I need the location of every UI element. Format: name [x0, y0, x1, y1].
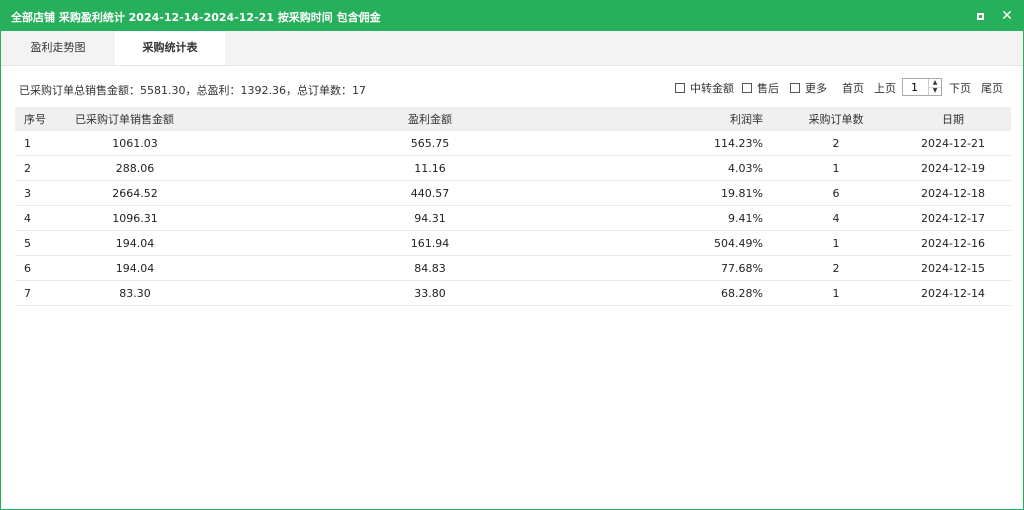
first-page-button[interactable]: 首页 [842, 80, 864, 96]
cell-order-count: 2 [777, 255, 895, 281]
cell-profit-amount: 11.16 [195, 155, 665, 181]
more-checkbox-group[interactable]: 更多 [790, 79, 827, 97]
transfer-amount-checkbox[interactable] [675, 83, 685, 93]
cell-profit-amount: 565.75 [195, 131, 665, 156]
header-sales-amount[interactable]: 已采购订单销售金额 [75, 107, 195, 131]
next-page-button[interactable]: 下页 [949, 80, 971, 96]
cell-index: 6 [15, 255, 75, 281]
table-row[interactable]: 7 83.30 33.80 68.28% 1 2024-12-14 [15, 280, 1011, 306]
cell-profit-rate: 9.41% [665, 205, 777, 231]
cell-profit-rate: 19.81% [665, 180, 777, 206]
cell-index: 5 [15, 230, 75, 256]
table-row[interactable]: 6 194.04 84.83 77.68% 2 2024-12-15 [15, 255, 1011, 281]
header-date[interactable]: 日期 [895, 107, 1011, 131]
cell-date: 2024-12-17 [895, 205, 1011, 231]
header-profit-amount[interactable]: 盈利金额 [195, 107, 665, 131]
cell-date: 2024-12-15 [895, 255, 1011, 281]
cell-profit-amount: 440.57 [195, 180, 665, 206]
dialog-window: 全部店铺 采购盈利统计 2024-12-14-2024-12-21 按采购时间 … [0, 0, 1024, 510]
more-checkbox[interactable] [790, 83, 800, 93]
header-profit-rate[interactable]: 利润率 [665, 107, 777, 131]
cell-profit-rate: 114.23% [665, 131, 777, 156]
table-row[interactable]: 2 288.06 11.16 4.03% 1 2024-12-19 [15, 155, 1011, 181]
page-input[interactable] [903, 79, 929, 95]
cell-date: 2024-12-21 [895, 131, 1011, 156]
tab-purchase-stats[interactable]: 采购统计表 [115, 31, 225, 65]
cell-order-count: 6 [777, 180, 895, 206]
cell-sales-amount: 288.06 [75, 155, 195, 181]
cell-order-count: 1 [777, 155, 895, 181]
cell-date: 2024-12-18 [895, 180, 1011, 206]
transfer-amount-checkbox-group[interactable]: 中转金额 [675, 79, 734, 97]
cell-profit-amount: 84.83 [195, 255, 665, 281]
cell-index: 3 [15, 180, 75, 206]
cell-date: 2024-12-14 [895, 280, 1011, 306]
cell-sales-amount: 1061.03 [75, 131, 195, 156]
cell-sales-amount: 194.04 [75, 255, 195, 281]
close-icon: ✕ [1001, 8, 1013, 24]
cell-date: 2024-12-19 [895, 155, 1011, 181]
cell-index: 1 [15, 131, 75, 156]
table-row[interactable]: 4 1096.31 94.31 9.41% 4 2024-12-17 [15, 205, 1011, 231]
cell-order-count: 4 [777, 205, 895, 231]
prev-page-button[interactable]: 上页 [874, 80, 896, 96]
after-sale-label: 售后 [757, 82, 779, 95]
tab-profit-trend[interactable]: 盈利走势图 [1, 31, 115, 65]
last-page-button[interactable]: 尾页 [981, 80, 1003, 96]
cell-sales-amount: 2664.52 [75, 180, 195, 206]
table-header-row: 序号 已采购订单销售金额 盈利金额 利润率 采购订单数 日期 [15, 107, 1011, 131]
cell-sales-amount: 194.04 [75, 230, 195, 256]
close-button[interactable]: ✕ [998, 7, 1016, 25]
tab-bar: 盈利走势图 采购统计表 [1, 31, 1023, 66]
stats-table: 序号 已采购订单销售金额 盈利金额 利润率 采购订单数 日期 1 1061.03… [15, 107, 1011, 306]
header-order-count[interactable]: 采购订单数 [777, 107, 895, 131]
cell-profit-amount: 94.31 [195, 205, 665, 231]
title-bar[interactable]: 全部店铺 采购盈利统计 2024-12-14-2024-12-21 按采购时间 … [1, 1, 1023, 31]
cell-index: 7 [15, 280, 75, 306]
cell-order-count: 1 [777, 230, 895, 256]
maximize-button[interactable] [971, 7, 989, 25]
cell-profit-amount: 161.94 [195, 230, 665, 256]
cell-date: 2024-12-16 [895, 230, 1011, 256]
page-stepper-arrows: ▲ ▼ [928, 79, 941, 95]
after-sale-checkbox-group[interactable]: 售后 [742, 79, 779, 97]
cell-sales-amount: 1096.31 [75, 205, 195, 231]
cell-profit-rate: 4.03% [665, 155, 777, 181]
cell-profit-rate: 77.68% [665, 255, 777, 281]
cell-profit-amount: 33.80 [195, 280, 665, 306]
cell-profit-rate: 504.49% [665, 230, 777, 256]
table-row[interactable]: 1 1061.03 565.75 114.23% 2 2024-12-21 [15, 131, 1011, 156]
cell-order-count: 2 [777, 131, 895, 156]
more-label: 更多 [805, 82, 827, 95]
stepper-down-icon[interactable]: ▼ [929, 87, 941, 95]
after-sale-checkbox[interactable] [742, 83, 752, 93]
transfer-amount-label: 中转金额 [690, 82, 734, 95]
cell-index: 2 [15, 155, 75, 181]
cell-index: 4 [15, 205, 75, 231]
window-title: 全部店铺 采购盈利统计 2024-12-14-2024-12-21 按采购时间 … [11, 11, 381, 24]
table-row[interactable]: 5 194.04 161.94 504.49% 1 2024-12-16 [15, 230, 1011, 256]
cell-sales-amount: 83.30 [75, 280, 195, 306]
summary-text: 已采购订单总销售金额：5581.30，总盈利：1392.36，总订单数：17 [19, 84, 366, 97]
maximize-icon [976, 12, 984, 20]
header-index[interactable]: 序号 [15, 107, 75, 131]
page-stepper[interactable]: ▲ ▼ [902, 78, 942, 96]
table-row[interactable]: 3 2664.52 440.57 19.81% 6 2024-12-18 [15, 180, 1011, 206]
cell-profit-rate: 68.28% [665, 280, 777, 306]
cell-order-count: 1 [777, 280, 895, 306]
